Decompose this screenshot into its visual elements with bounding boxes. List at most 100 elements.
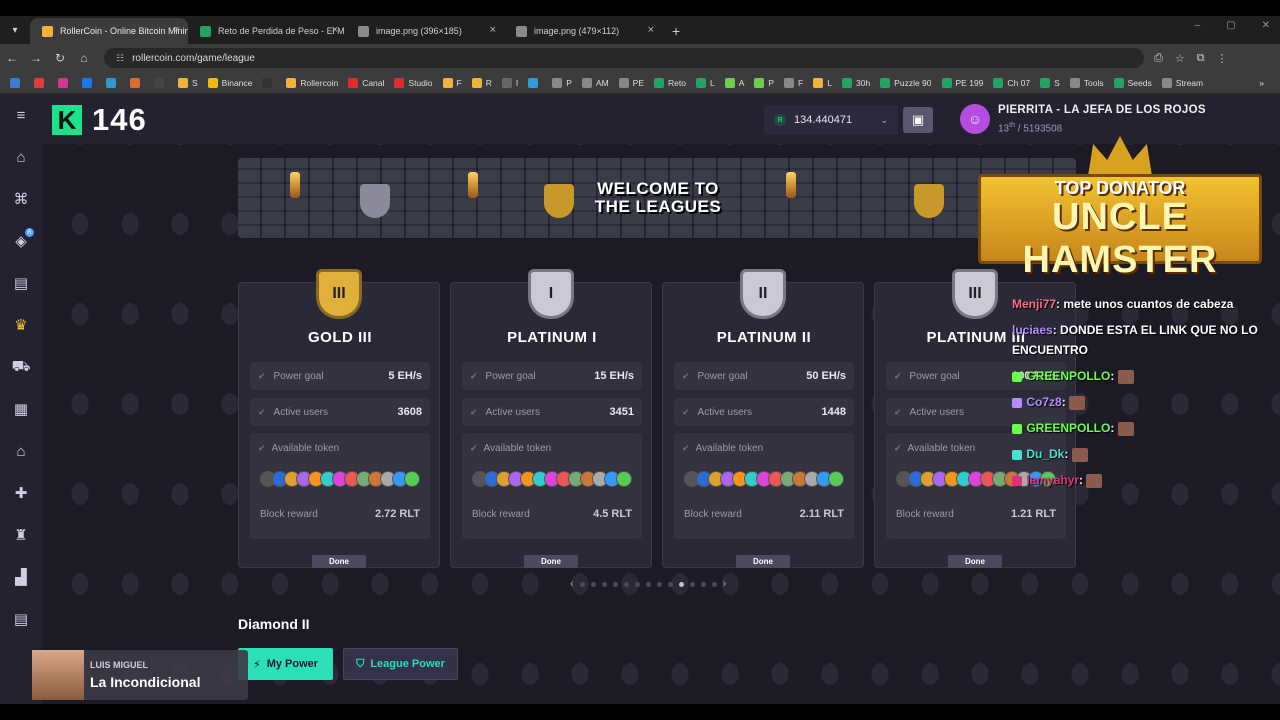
bookmark-item[interactable]: Binance bbox=[204, 77, 257, 88]
gift-icon[interactable]: ✚ bbox=[0, 472, 42, 514]
bookmark-item[interactable]: Puzzle 90 bbox=[876, 77, 935, 88]
bookmark-item[interactable]: P bbox=[548, 77, 576, 88]
done-button[interactable]: Done bbox=[524, 555, 578, 568]
bookmark-item[interactable] bbox=[30, 77, 52, 88]
bookmark-item[interactable]: P bbox=[750, 77, 778, 88]
factory-icon[interactable]: ▟ bbox=[0, 556, 42, 598]
pager-dot[interactable] bbox=[700, 581, 706, 587]
new-tab-icon[interactable]: + bbox=[672, 23, 680, 39]
bookmark-item[interactable]: AM bbox=[578, 77, 613, 88]
store-icon[interactable]: ▤ bbox=[0, 262, 42, 304]
close-window-icon[interactable]: ✕ bbox=[1262, 20, 1270, 31]
browser-tab[interactable]: image.png (479×112) × bbox=[504, 18, 662, 44]
bookmark-item[interactable]: Stream bbox=[1158, 77, 1207, 88]
browser-tab[interactable]: RollerCoin - Online Bitcoin Mining × bbox=[30, 18, 188, 44]
pager-dot[interactable] bbox=[579, 581, 585, 587]
back-icon[interactable]: ← bbox=[0, 51, 24, 65]
minimize-icon[interactable]: – bbox=[1195, 20, 1201, 31]
rlt-icon[interactable]: ◈ R bbox=[0, 220, 42, 262]
bookmark-item[interactable]: Seeds bbox=[1110, 77, 1156, 88]
bookmark-item[interactable]: S bbox=[174, 77, 202, 88]
bookmark-item[interactable]: 30h bbox=[838, 77, 874, 88]
browser-tab[interactable]: image.png (396×185) × bbox=[346, 18, 504, 44]
close-icon[interactable]: × bbox=[490, 24, 496, 36]
chat-badge-icon bbox=[1012, 423, 1022, 434]
done-button[interactable]: Done bbox=[948, 555, 1002, 568]
bookmark-item[interactable]: PE bbox=[615, 77, 648, 88]
bookmark-item[interactable]: Rollercoin bbox=[282, 77, 342, 88]
my-power-button[interactable]: ⚡ My Power bbox=[238, 648, 333, 680]
cart-icon[interactable]: ⛟ bbox=[0, 346, 42, 388]
news-icon[interactable]: ▤ bbox=[0, 598, 42, 640]
bookmark-item[interactable] bbox=[54, 77, 76, 88]
pager-dot[interactable] bbox=[623, 581, 629, 587]
wallet-button[interactable]: ▣ bbox=[903, 107, 933, 133]
extensions-icon[interactable]: ⧉ bbox=[1197, 52, 1205, 65]
done-button[interactable]: Done bbox=[736, 555, 790, 568]
hamburger-menu-icon[interactable]: ≡ bbox=[0, 94, 42, 136]
gamepad-icon[interactable]: ⌘ bbox=[0, 178, 42, 220]
bookmark-item[interactable]: Reto bbox=[650, 77, 690, 88]
bookmarks-overflow-icon[interactable]: » bbox=[1255, 78, 1268, 88]
pager-dot[interactable] bbox=[667, 581, 673, 587]
pager-dot[interactable] bbox=[645, 581, 651, 587]
pager-dot[interactable] bbox=[590, 581, 596, 587]
forward-icon[interactable]: → bbox=[24, 51, 48, 65]
bookmark-item[interactable]: PE 199 bbox=[938, 77, 988, 88]
trophy-icon[interactable]: ♜ bbox=[0, 514, 42, 556]
home-icon[interactable]: ⌂ bbox=[0, 136, 42, 178]
avatar[interactable]: ☺ bbox=[960, 104, 990, 134]
home-nav-icon[interactable]: ⌂ bbox=[72, 51, 96, 65]
close-icon[interactable]: × bbox=[332, 24, 338, 36]
bookmark-item[interactable] bbox=[6, 77, 28, 88]
pager-dot[interactable] bbox=[634, 581, 640, 587]
bookmark-item[interactable]: L bbox=[692, 77, 719, 88]
bookmark-item[interactable] bbox=[78, 77, 100, 88]
browser-tab[interactable]: Reto de Perdida de Peso - El M × bbox=[188, 18, 346, 44]
pager-prev-icon[interactable]: ‹ bbox=[570, 578, 574, 590]
pager-dot[interactable] bbox=[678, 581, 684, 587]
bookmark-item[interactable]: Tools bbox=[1066, 77, 1108, 88]
pager-next-icon[interactable]: › bbox=[723, 578, 727, 590]
menu-icon[interactable]: ⋮ bbox=[1217, 52, 1228, 65]
bookmark-label: F bbox=[456, 77, 462, 88]
username[interactable]: PIERRITA - LA JEFA DE LOS ROJOS bbox=[998, 104, 1206, 116]
pager-dot[interactable] bbox=[601, 581, 607, 587]
bookmark-item[interactable]: Canal bbox=[344, 77, 388, 88]
bookmark-item[interactable]: A bbox=[721, 77, 749, 88]
bookmark-item[interactable]: S bbox=[1036, 77, 1064, 88]
bookmark-item[interactable] bbox=[102, 77, 124, 88]
bookmark-item[interactable] bbox=[150, 77, 172, 88]
done-button[interactable]: Done bbox=[312, 555, 366, 568]
pager-dot[interactable] bbox=[689, 581, 695, 587]
bookmark-star-icon[interactable]: ☆ bbox=[1175, 52, 1185, 65]
bookmark-label: P bbox=[768, 77, 775, 88]
league-power-button[interactable]: ⛉ League Power bbox=[343, 648, 458, 680]
bookmark-item[interactable] bbox=[258, 77, 280, 88]
close-icon[interactable]: × bbox=[648, 24, 654, 36]
balance-dropdown[interactable]: R 134.440471 ⌄ bbox=[764, 105, 898, 135]
maximize-icon[interactable]: ▢ bbox=[1226, 20, 1235, 31]
bookmark-item[interactable]: R bbox=[468, 77, 496, 88]
inventory-icon[interactable]: ▦ bbox=[0, 388, 42, 430]
bookmark-item[interactable] bbox=[126, 77, 148, 88]
tab-search-icon[interactable]: ▾ bbox=[4, 19, 26, 41]
bookmark-item[interactable]: L bbox=[809, 77, 836, 88]
bookmark-favicon-icon bbox=[1161, 77, 1172, 88]
marketplace-icon[interactable]: ⌂ bbox=[0, 430, 42, 472]
pager-dot[interactable] bbox=[711, 581, 717, 587]
url-field[interactable]: ☷ rollercoin.com/game/league bbox=[104, 48, 1144, 68]
close-icon[interactable]: × bbox=[174, 24, 180, 36]
site-info-icon[interactable]: ☷ bbox=[116, 53, 124, 64]
bookmark-item[interactable]: Studio bbox=[390, 77, 436, 88]
install-icon[interactable]: ⎙ bbox=[1154, 52, 1163, 65]
pager-dot[interactable] bbox=[656, 581, 662, 587]
bookmark-item[interactable]: F bbox=[439, 77, 466, 88]
bookmark-item[interactable]: Ch 07 bbox=[989, 77, 1034, 88]
bookmark-item[interactable]: F bbox=[780, 77, 807, 88]
crown-icon[interactable]: ♛ bbox=[0, 304, 42, 346]
pager-dot[interactable] bbox=[612, 581, 618, 587]
reload-icon[interactable]: ↻ bbox=[48, 51, 72, 65]
bookmark-item[interactable]: I bbox=[498, 77, 522, 88]
bookmark-item[interactable] bbox=[524, 77, 546, 88]
